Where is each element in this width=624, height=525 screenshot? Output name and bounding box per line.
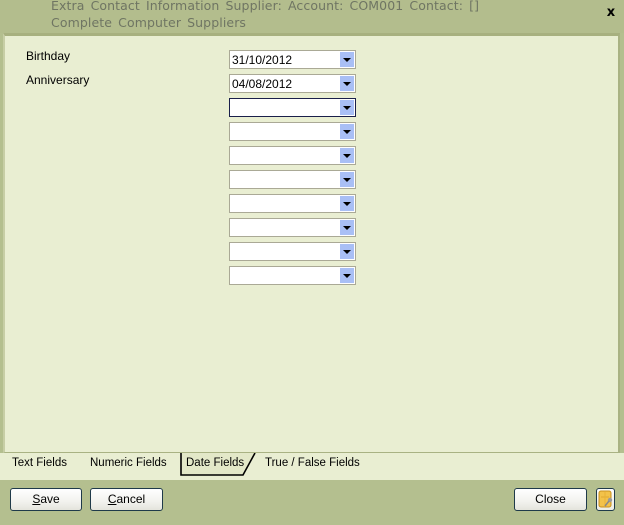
date-input-5[interactable]: [229, 146, 356, 165]
date-input-4[interactable]: [229, 122, 356, 141]
anniversary-date-input[interactable]: 04/08/2012: [229, 74, 356, 93]
tab-bar: Text Fields Numeric Fields Date Fields T…: [0, 453, 624, 480]
dropdown-arrow-icon[interactable]: [340, 76, 354, 91]
date-input-10[interactable]: [229, 266, 356, 285]
dropdown-arrow-icon[interactable]: [340, 196, 354, 211]
notes-key-icon: [598, 490, 613, 508]
button-bar: Save Cancel Close: [0, 480, 624, 525]
notes-button[interactable]: [596, 488, 615, 511]
date-fields-panel: Birthday Anniversary 31/10/2012 04/08/20…: [3, 33, 620, 453]
cancel-button[interactable]: Cancel: [90, 488, 163, 511]
field-label-birthday: Birthday: [26, 49, 71, 63]
date-input-7[interactable]: [229, 194, 356, 213]
close-button[interactable]: Close: [514, 488, 587, 511]
dropdown-arrow-icon[interactable]: [340, 148, 354, 163]
dropdown-arrow-icon[interactable]: [340, 100, 354, 115]
tab-date-fields[interactable]: Date Fields: [186, 457, 244, 469]
save-label: ave: [40, 492, 60, 506]
tab-true-false-fields[interactable]: True / False Fields: [265, 457, 360, 469]
tab-text-fields[interactable]: Text Fields: [12, 457, 67, 469]
window-title: Extra Contact Information Supplier: Acco…: [51, 0, 480, 30]
dropdown-arrow-icon[interactable]: [340, 220, 354, 235]
date-input-9[interactable]: [229, 242, 356, 261]
date-input-8[interactable]: [229, 218, 356, 237]
tab-numeric-fields[interactable]: Numeric Fields: [90, 457, 167, 469]
anniversary-value: 04/08/2012: [232, 77, 293, 91]
birthday-date-input[interactable]: 31/10/2012: [229, 50, 356, 69]
dropdown-arrow-icon[interactable]: [340, 244, 354, 259]
dropdown-arrow-icon[interactable]: [340, 172, 354, 187]
date-input-3[interactable]: [229, 98, 356, 117]
field-label-anniversary: Anniversary: [26, 73, 90, 87]
save-button[interactable]: Save: [10, 488, 82, 511]
title-bar: Extra Contact Information Supplier: Acco…: [0, 0, 624, 33]
cancel-label: ancel: [116, 492, 146, 506]
date-input-6[interactable]: [229, 170, 356, 189]
dropdown-arrow-icon[interactable]: [340, 268, 354, 283]
birthday-value: 31/10/2012: [232, 53, 293, 67]
dropdown-arrow-icon[interactable]: [340, 52, 354, 67]
close-window-icon[interactable]: x: [604, 6, 618, 20]
dropdown-arrow-icon[interactable]: [340, 124, 354, 139]
